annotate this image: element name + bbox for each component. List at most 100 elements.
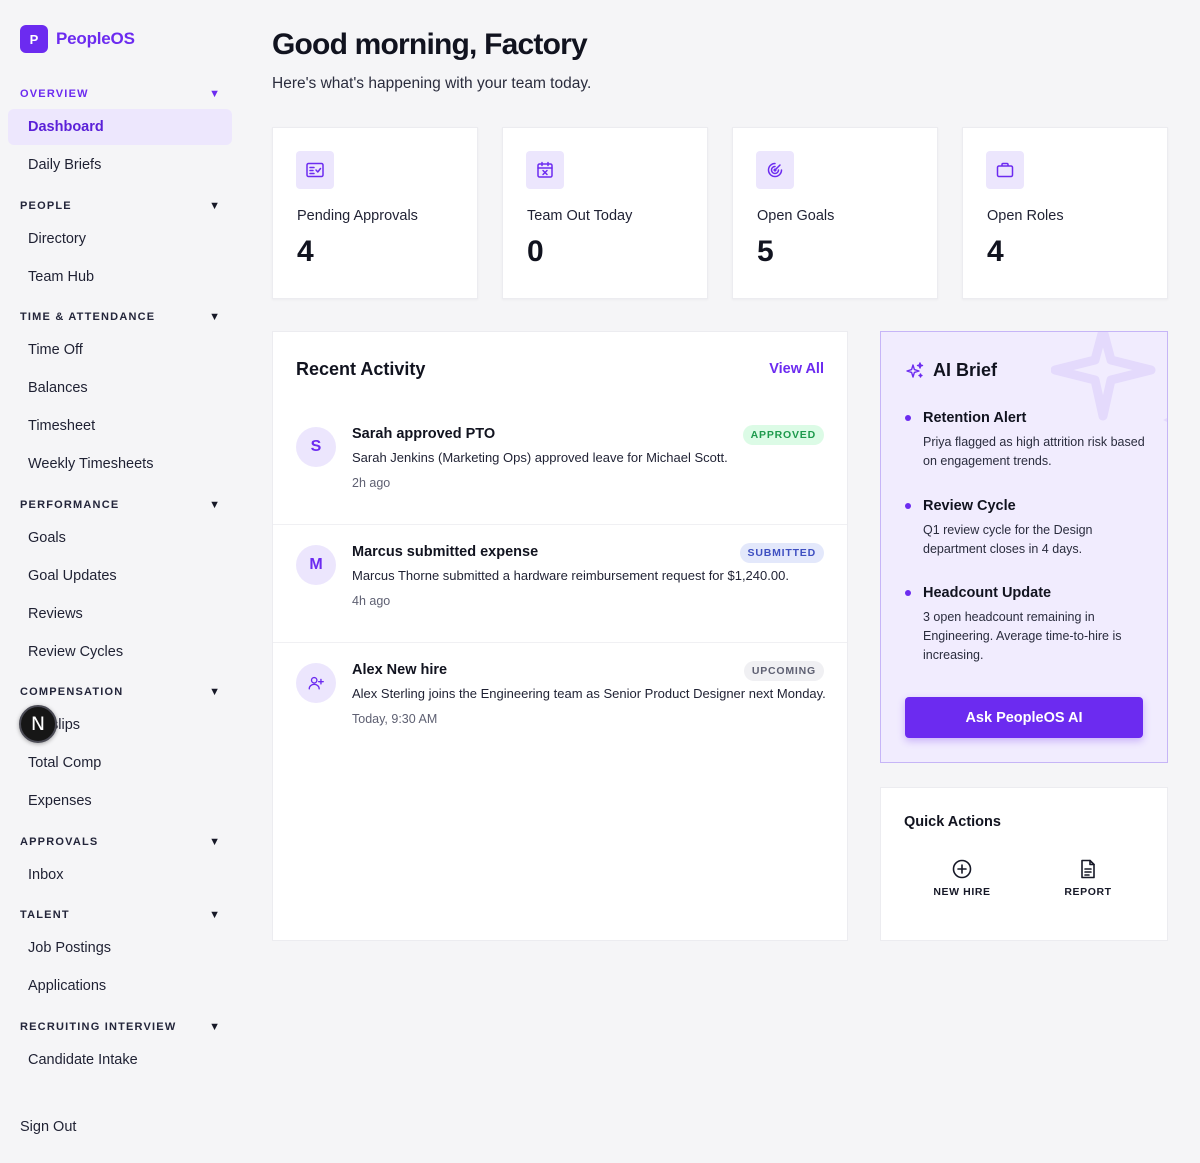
target-icon xyxy=(756,151,794,189)
sidebar-item-reviews[interactable]: Reviews xyxy=(8,596,232,632)
plus-circle-icon xyxy=(952,859,972,879)
stat-label: Open Roles xyxy=(987,208,1064,224)
activity-title: Sarah approved PTO xyxy=(352,426,496,442)
chevron-down-icon: ▼ xyxy=(209,686,220,698)
activity-description: Marcus Thorne submitted a hardware reimb… xyxy=(352,568,789,583)
section-compensation[interactable]: COMPENSATION ▼ xyxy=(20,682,220,702)
new-hire-button[interactable]: NEW HIRE xyxy=(912,858,1012,898)
stat-card-pending-approvals[interactable]: Pending Approvals 4 xyxy=(272,127,478,299)
recent-activity-panel: Recent Activity View All S Sarah approve… xyxy=(272,331,848,941)
section-overview[interactable]: OVERVIEW ▼ xyxy=(20,84,220,104)
section-time-attendance[interactable]: TIME & ATTENDANCE ▼ xyxy=(20,307,220,327)
view-all-link[interactable]: View All xyxy=(769,361,824,377)
sign-out-link[interactable]: Sign Out xyxy=(20,1119,76,1135)
section-approvals[interactable]: APPROVALS ▼ xyxy=(20,832,220,852)
section-recruiting-interview[interactable]: RECRUITING INTERVIEW ▼ xyxy=(20,1017,220,1037)
quick-actions-panel: Quick Actions NEW HIRE REPORT xyxy=(880,787,1168,941)
activity-time: Today, 9:30 AM xyxy=(352,712,438,726)
activity-title: Marcus submitted expense xyxy=(352,544,539,560)
ai-item-description: Q1 review cycle for the Design departmen… xyxy=(923,523,1093,556)
bullet-dot xyxy=(905,415,911,421)
avatar: M xyxy=(296,545,336,585)
section-label: PEOPLE xyxy=(20,200,72,212)
sidebar-item-daily-briefs[interactable]: Daily Briefs xyxy=(8,147,232,183)
stat-card-team-out-today[interactable]: Team Out Today 0 xyxy=(502,127,708,299)
sidebar-item-time-off[interactable]: Time Off xyxy=(8,332,232,368)
approvals-icon xyxy=(296,151,334,189)
brand[interactable]: P PeopleOS xyxy=(20,25,135,53)
panel-title: Quick Actions xyxy=(904,814,1001,830)
sidebar-item-applications[interactable]: Applications xyxy=(8,968,232,1004)
chevron-down-icon: ▼ xyxy=(209,311,220,323)
activity-item[interactable]: Alex New hire UPCOMING Alex Sterling joi… xyxy=(273,643,847,761)
sidebar-item-team-hub[interactable]: Team Hub xyxy=(8,259,232,295)
ai-item-title: Retention Alert xyxy=(923,410,1027,426)
document-icon xyxy=(1081,859,1095,879)
sidebar-item-goal-updates[interactable]: Goal Updates xyxy=(8,558,232,594)
page-title: Good morning, Factory xyxy=(272,28,588,61)
section-label: TIME & ATTENDANCE xyxy=(20,311,156,323)
sidebar-item-goals[interactable]: Goals xyxy=(8,520,232,556)
status-badge: APPROVED xyxy=(742,425,824,445)
status-badge: SUBMITTED xyxy=(739,543,824,563)
sidebar-item-candidate-intake[interactable]: Candidate Intake xyxy=(8,1042,232,1078)
panel-title: Recent Activity xyxy=(296,359,426,379)
section-performance[interactable]: PERFORMANCE ▼ xyxy=(20,495,220,515)
stat-label: Team Out Today xyxy=(527,208,633,224)
ai-item-title: Headcount Update xyxy=(923,585,1052,601)
stat-value: 0 xyxy=(527,235,544,268)
sparkles-icon xyxy=(906,361,924,378)
section-label: RECRUITING INTERVIEW xyxy=(20,1021,177,1033)
ai-brief-header: AI Brief xyxy=(905,360,997,381)
bullet-dot xyxy=(905,590,911,596)
ai-item-description: Priya flagged as high attrition risk bas… xyxy=(923,435,1145,468)
sidebar-item-total-comp[interactable]: Total Comp xyxy=(8,745,232,781)
sidebar-item-directory[interactable]: Directory xyxy=(8,221,232,257)
activity-title: Alex New hire xyxy=(352,662,448,678)
sidebar-item-dashboard[interactable]: Dashboard xyxy=(8,109,232,145)
chevron-down-icon: ▼ xyxy=(209,836,220,848)
ask-ai-button[interactable]: Ask PeopleOS AI xyxy=(905,697,1143,738)
bullet-dot xyxy=(905,503,911,509)
brand-logo: P xyxy=(20,25,48,53)
sidebar-item-balances[interactable]: Balances xyxy=(8,370,232,406)
sidebar: P PeopleOS OVERVIEW ▼ Dashboard Daily Br… xyxy=(0,0,240,1163)
page-subtitle: Here's what's happening with your team t… xyxy=(272,75,592,92)
ai-item-description: 3 open headcount remaining in Engineerin… xyxy=(923,610,1122,662)
chevron-down-icon: ▼ xyxy=(209,1021,220,1033)
panel-title: AI Brief xyxy=(933,360,998,380)
sidebar-item-inbox[interactable]: Inbox xyxy=(8,857,232,893)
sidebar-item-review-cycles[interactable]: Review Cycles xyxy=(8,634,232,670)
stat-value: 5 xyxy=(757,235,774,268)
dev-overlay-badge[interactable]: N xyxy=(19,705,57,743)
user-plus-icon xyxy=(296,663,336,703)
activity-description: Alex Sterling joins the Engineering team… xyxy=(352,686,826,701)
activity-item[interactable]: S Sarah approved PTO APPROVED Sarah Jenk… xyxy=(273,407,847,525)
section-label: APPROVALS xyxy=(20,836,99,848)
stat-card-open-roles[interactable]: Open Roles 4 xyxy=(962,127,1168,299)
report-button[interactable]: REPORT xyxy=(1038,858,1138,898)
section-label: PERFORMANCE xyxy=(20,499,120,511)
sidebar-item-weekly-timesheets[interactable]: Weekly Timesheets xyxy=(8,446,232,482)
chevron-down-icon: ▼ xyxy=(209,200,220,212)
activity-item[interactable]: M Marcus submitted expense SUBMITTED Mar… xyxy=(273,525,847,643)
chevron-down-icon: ▼ xyxy=(209,909,220,921)
section-talent[interactable]: TALENT ▼ xyxy=(20,905,220,925)
stat-value: 4 xyxy=(987,235,1004,268)
sidebar-item-expenses[interactable]: Expenses xyxy=(8,783,232,819)
sidebar-item-timesheet[interactable]: Timesheet xyxy=(8,408,232,444)
activity-time: 4h ago xyxy=(352,594,391,608)
section-label: OVERVIEW xyxy=(20,88,89,100)
briefcase-icon xyxy=(986,151,1024,189)
stat-value: 4 xyxy=(297,235,314,268)
section-label: TALENT xyxy=(20,909,70,921)
section-label: COMPENSATION xyxy=(20,686,124,698)
activity-description: Sarah Jenkins (Marketing Ops) approved l… xyxy=(352,450,728,465)
activity-time: 2h ago xyxy=(352,476,391,490)
status-badge: UPCOMING xyxy=(743,661,824,681)
section-people[interactable]: PEOPLE ▼ xyxy=(20,196,220,216)
sidebar-item-job-postings[interactable]: Job Postings xyxy=(8,930,232,966)
stat-card-open-goals[interactable]: Open Goals 5 xyxy=(732,127,938,299)
stat-label: Pending Approvals xyxy=(297,208,418,224)
ai-item-title: Review Cycle xyxy=(923,498,1016,514)
